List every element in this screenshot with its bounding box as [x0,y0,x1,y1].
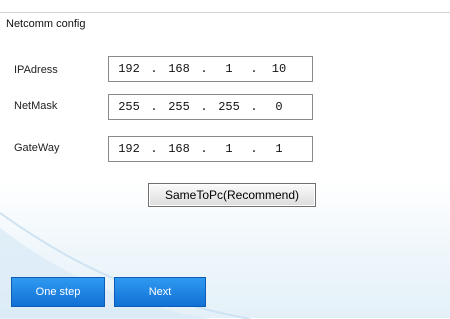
octet-separator: . [200,142,208,156]
same-to-pc-button[interactable]: SameToPc(Recommend) [148,183,316,207]
gateway-octet-4[interactable]: 1 [259,142,299,156]
octet-separator: . [150,142,158,156]
mask-octet-3[interactable]: 255 [209,100,249,114]
mask-octet-4[interactable]: 0 [259,100,299,114]
one-step-button[interactable]: One step [11,277,105,307]
netcomm-config-panel: Netcomm config IPAdress 192. 168. 1. 10 … [0,12,450,319]
octet-separator: . [250,62,258,76]
ip-address-label: IPAdress [14,64,58,76]
gateway-field[interactable]: 192. 168. 1. 1 [108,136,313,162]
gateway-octet-1[interactable]: 192 [109,142,149,156]
gateway-octet-2[interactable]: 168 [159,142,199,156]
gateway-label: GateWay [14,142,60,154]
ip-octet-1[interactable]: 192 [109,62,149,76]
netmask-field[interactable]: 255. 255. 255. 0 [108,94,313,120]
mask-octet-1[interactable]: 255 [109,100,149,114]
ip-octet-4[interactable]: 10 [259,62,299,76]
octet-separator: . [200,62,208,76]
panel-title: Netcomm config [6,18,86,30]
ip-octet-3[interactable]: 1 [209,62,249,76]
ip-address-field[interactable]: 192. 168. 1. 10 [108,56,313,82]
octet-separator: . [200,100,208,114]
octet-separator: . [150,62,158,76]
octet-separator: . [150,100,158,114]
gateway-octet-3[interactable]: 1 [209,142,249,156]
netmask-label: NetMask [14,100,58,112]
ip-octet-2[interactable]: 168 [159,62,199,76]
octet-separator: . [250,100,258,114]
mask-octet-2[interactable]: 255 [159,100,199,114]
octet-separator: . [250,142,258,156]
next-button[interactable]: Next [114,277,206,307]
